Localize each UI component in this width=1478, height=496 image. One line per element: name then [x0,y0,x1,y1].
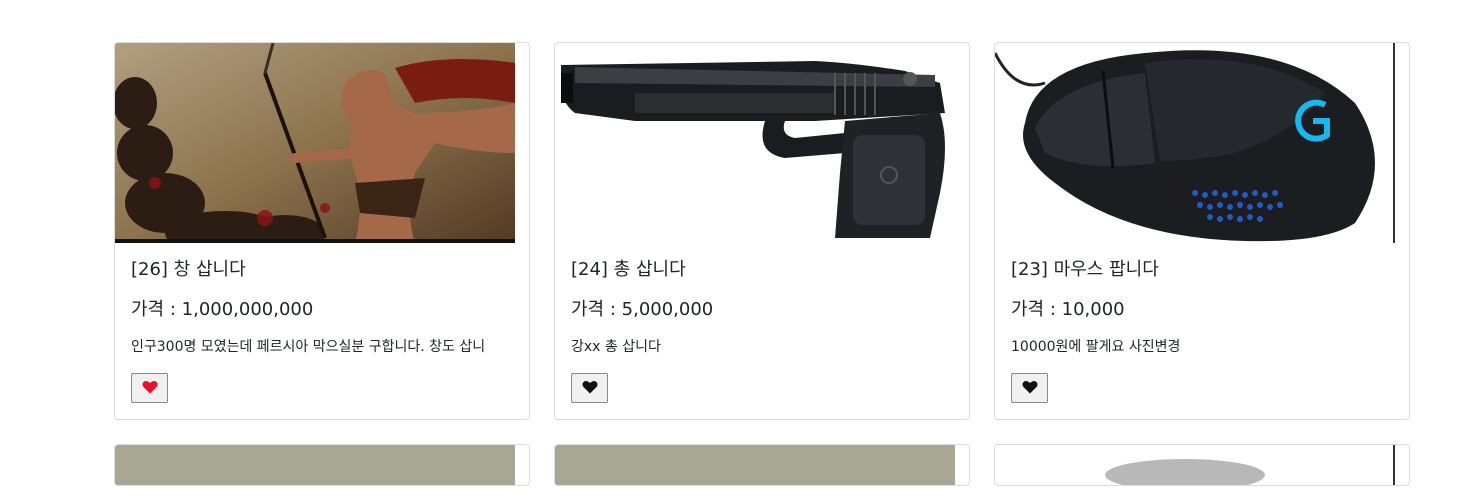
gaming-mouse-image[interactable] [995,43,1395,243]
heart-icon [582,380,598,397]
like-button[interactable] [1011,373,1048,403]
price-label: 가격 : [131,299,182,320]
pistol-image[interactable] [555,43,955,243]
price-row: 가격 : 1,000,000,000 [131,297,513,323]
product-image[interactable] [555,445,955,485]
product-grid: [26] 창 삽니다 가격 : 1,000,000,000 인구300명 모였는… [114,42,1410,486]
product-card[interactable] [554,444,970,486]
heart-icon [142,380,158,397]
product-card[interactable] [994,444,1410,486]
heart-icon [1022,380,1038,397]
product-card[interactable]: [26] 창 삽니다 가격 : 1,000,000,000 인구300명 모였는… [114,42,530,420]
like-button[interactable] [131,373,168,403]
product-description: 강xx 총 삽니다 [571,339,661,355]
spartan-warrior-image[interactable] [115,43,515,243]
card-body: [26] 창 삽니다 가격 : 1,000,000,000 인구300명 모였는… [115,243,529,419]
card-body: [24] 총 삽니다 가격 : 5,000,000 강xx 총 삽니다 [555,243,969,419]
product-title[interactable]: [26] 창 삽니다 [131,257,513,283]
like-button[interactable] [571,373,608,403]
price-label: 가격 : [1011,299,1062,320]
product-card[interactable] [114,444,530,486]
product-description: 10000원에 팔게요 사진변경 [1011,339,1181,355]
price-value: 5,000,000 [621,299,714,320]
price-label: 가격 : [571,299,622,320]
price-value: 1,000,000,000 [181,299,314,320]
price-value: 10,000 [1061,299,1125,320]
product-card[interactable]: [24] 총 삽니다 가격 : 5,000,000 강xx 총 삽니다 [554,42,970,420]
product-title[interactable]: [24] 총 삽니다 [571,257,953,283]
price-row: 가격 : 10,000 [1011,297,1393,323]
card-body: [23] 마우스 팝니다 가격 : 10,000 10000원에 팔게요 사진변… [995,243,1409,419]
product-image[interactable] [995,445,1395,485]
price-row: 가격 : 5,000,000 [571,297,953,323]
product-image[interactable] [115,445,515,485]
product-description: 인구300명 모였는데 페르시아 막으실분 구합니다. 창도 삽니 [131,339,486,355]
product-card[interactable]: [23] 마우스 팝니다 가격 : 10,000 10000원에 팔게요 사진변… [994,42,1410,420]
product-title[interactable]: [23] 마우스 팝니다 [1011,257,1393,283]
